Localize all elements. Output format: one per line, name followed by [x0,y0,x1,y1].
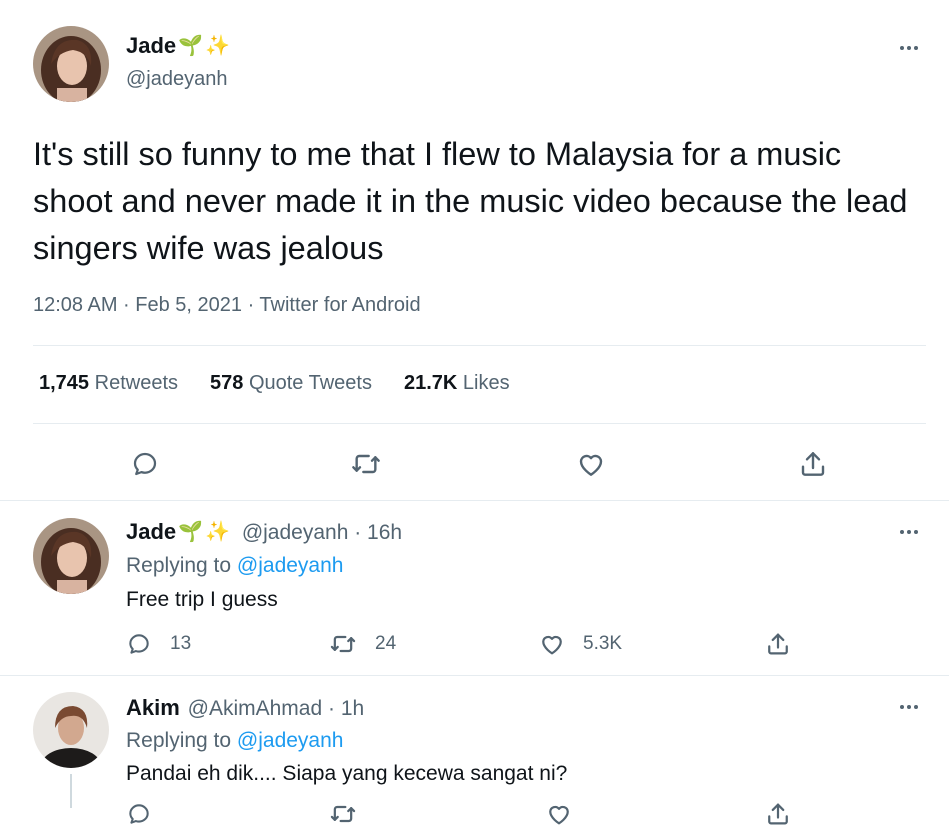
replying-to-link[interactable]: @jadeyanh [237,554,344,577]
reply-text: Free trip I guess [126,588,278,611]
replying-to-link[interactable]: @jadeyanh [237,729,344,752]
like-count: 5.3K [583,633,623,654]
thread-line [70,774,72,808]
retweet-icon[interactable] [329,800,357,828]
share-icon[interactable] [795,446,831,482]
avatar[interactable] [33,26,109,102]
share-icon[interactable] [764,630,792,658]
share-icon[interactable] [764,800,792,828]
author-name-row: Jade 🌱 ✨ [126,33,230,59]
avatar[interactable] [33,518,109,594]
sparkles-icon: ✨ [205,35,230,57]
avatar[interactable] [33,692,109,768]
author-handle[interactable]: @jadeyanh [126,68,227,91]
sparkles-icon: ✨ [205,521,230,543]
reply-header: Jade 🌱 ✨ @jadeyanh · 16h [126,519,402,545]
tweet-stats: 1,745 Retweets 578 Quote Tweets 21.7K Like… [39,372,510,395]
reply-icon[interactable] [125,630,153,658]
seedling-icon: 🌱 [178,521,204,543]
divider [0,500,949,501]
divider [33,345,926,346]
like-icon[interactable] [573,446,609,482]
like-icon[interactable] [538,630,566,658]
reply-header: Akim @AkimAhmad · 1h [126,695,364,721]
reply-count: 13 [170,633,192,654]
tweet-meta: 12:08 AM · Feb 5, 2021 · Twitter for And… [33,294,421,316]
author-display-name[interactable]: Jade [126,33,176,58]
quote-tweets-stat[interactable]: 578 Quote Tweets [210,372,372,394]
retweet-count: 24 [375,633,397,654]
reply-icon[interactable] [127,446,163,482]
likes-stat[interactable]: 21.7K Likes [404,372,510,394]
replying-to: Replying to @jadeyanh [126,554,344,577]
author-display-name[interactable]: Jade [126,519,176,544]
retweet-icon[interactable] [348,446,384,482]
retweets-stat[interactable]: 1,745 Retweets [39,372,178,394]
like-icon[interactable] [545,800,573,828]
reply-icon[interactable] [125,800,153,828]
tweet-text: It's still so funny to me that I flew to… [33,136,908,266]
seedling-icon: 🌱 [178,35,204,57]
author-display-name[interactable]: Akim [126,695,180,720]
replying-to: Replying to @jadeyanh [126,729,344,752]
handle-and-time[interactable]: @jadeyanh · 16h [242,521,402,544]
more-options-icon[interactable] [894,697,924,717]
more-options-icon[interactable] [894,38,924,58]
more-options-icon[interactable] [894,522,924,542]
divider [0,675,949,676]
reply-text: Pandai eh dik.... Siapa yang kecewa sang… [126,762,568,785]
retweet-icon[interactable] [329,630,357,658]
handle-and-time[interactable]: @AkimAhmad · 1h [188,697,365,720]
divider [33,423,926,424]
